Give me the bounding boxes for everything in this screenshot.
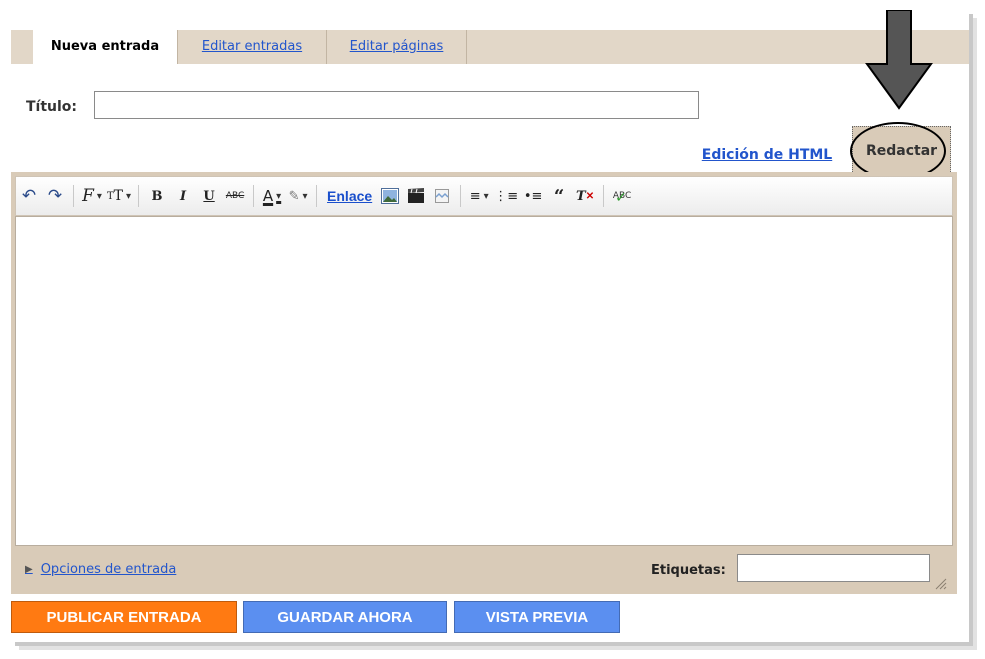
highlight-color-icon[interactable]: ✎ [287,184,309,208]
tab-edit-pages[interactable]: Editar páginas [327,30,467,64]
labels-label: Etiquetas: [651,563,726,578]
align-icon[interactable]: ≡ [468,184,490,208]
labels-input[interactable] [737,554,930,582]
title-input[interactable] [94,91,699,119]
tab-edit-posts[interactable]: Editar entradas [177,30,327,64]
toolbar-separator [316,185,318,207]
tab-new-post[interactable]: Nueva entrada [33,30,177,64]
italic-icon[interactable]: I [172,184,194,208]
bulleted-list-icon[interactable]: •≡ [522,184,544,208]
formatting-toolbar: ↶ ↷ F TT B I U ABC A ✎ Enlace [15,176,953,216]
expand-triangle-icon: ▶ [25,564,33,575]
toolbar-separator [73,185,74,207]
tab-bar: Nueva entrada Editar entradas Editar pág… [11,30,969,64]
font-family-icon[interactable]: F [81,184,103,208]
link-button[interactable]: Enlace [324,184,375,208]
toolbar-separator [138,185,140,207]
undo-icon[interactable]: ↶ [18,184,40,208]
remove-formatting-icon[interactable]: T ✕ [574,184,596,208]
preview-button[interactable]: VISTA PREVIA [454,601,620,633]
resize-grip-icon[interactable] [933,576,947,590]
toolbar-separator [460,185,462,207]
font-size-icon[interactable]: TT [107,184,131,208]
toolbar-separator [603,185,605,207]
spellcheck-icon[interactable]: ABC ✓ [611,184,633,208]
post-options-toggle[interactable]: ▶ Opciones de entrada [25,562,176,577]
image-icon[interactable] [379,184,401,208]
redo-icon[interactable]: ↷ [44,184,66,208]
strikethrough-icon[interactable]: ABC [224,184,246,208]
post-body-editor[interactable] [15,216,953,546]
jump-break-icon[interactable] [431,184,453,208]
bold-icon[interactable]: B [146,184,168,208]
post-editor-panel: Nueva entrada Editar entradas Editar pág… [11,10,969,642]
toolbar-separator [253,185,255,207]
underline-icon[interactable]: U [198,184,220,208]
title-label: Título: [26,99,78,115]
html-edit-tab[interactable]: Edición de HTML [687,136,847,174]
save-now-button[interactable]: GUARDAR AHORA [243,601,447,633]
post-options-label: Opciones de entrada [40,562,177,577]
editor-frame: ↶ ↷ F TT B I U ABC A ✎ Enlace [11,172,957,594]
publish-button[interactable]: PUBLICAR ENTRADA [11,601,237,633]
editor-footer: ▶ Opciones de entrada Etiquetas: [15,546,953,594]
video-icon[interactable] [405,184,427,208]
numbered-list-icon[interactable]: ⋮≡ [494,184,518,208]
quote-icon[interactable]: “ [548,184,570,208]
text-color-icon[interactable]: A [261,184,283,208]
annotation-arrow-icon [865,10,933,110]
